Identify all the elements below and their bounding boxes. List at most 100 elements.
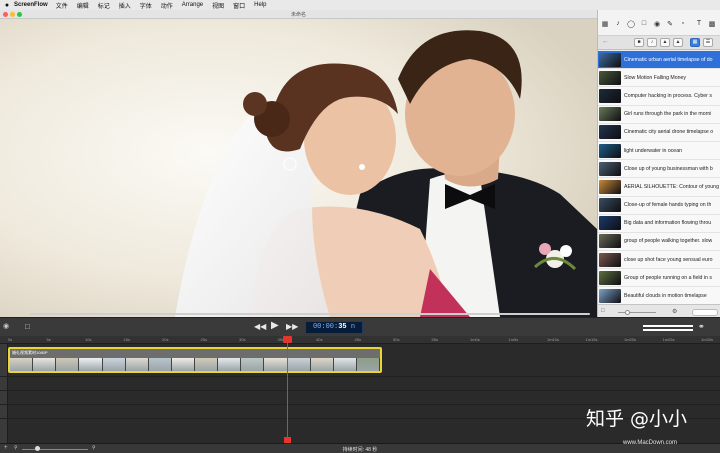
clip-frame-thumbnail [218, 358, 242, 371]
menu-edit[interactable]: 编辑 [77, 1, 89, 10]
caption-icon[interactable]: ▫ [679, 20, 687, 27]
menu-window[interactable]: 窗口 [233, 1, 245, 10]
media-thumbnail [599, 70, 621, 85]
tab-stock-media[interactable]: ▲ [673, 38, 683, 47]
menu-actions[interactable]: 动作 [161, 1, 173, 10]
transport-bar: ◉ □ ◀◀ ▶ ▶▶ 00:00:35 n ⚭ [0, 317, 720, 336]
clip-frame-thumbnail [79, 358, 103, 371]
ruler-tick-label: 30s [239, 337, 246, 342]
media-list-item[interactable]: Close-up of female hands typing on th [598, 196, 720, 215]
media-list-item[interactable]: AERIAL SILHOUETTE: Contour of young [598, 178, 720, 197]
media-list-item[interactable]: group of people walking together. slow [598, 232, 720, 252]
tab-image-media[interactable]: ▲ [660, 38, 670, 47]
text-icon[interactable]: T [695, 20, 703, 27]
media-item-label: Group of people running on a field in s [624, 274, 712, 281]
menu-font[interactable]: 字体 [140, 1, 152, 10]
ruler-tick-label: 1m5s [508, 337, 519, 342]
media-list-item[interactable]: Slow Motion Falling Money [598, 69, 720, 88]
screenflow-app: ● ScreenFlow 文件 编辑 标记 插入 字体 动作 Arrange 视… [0, 0, 720, 453]
touch-callout-icon[interactable]: ◉ [653, 20, 661, 28]
audio-properties-icon[interactable]: ♪ [614, 20, 622, 27]
screen-recording-icon[interactable]: ◯ [627, 20, 635, 28]
media-search-input[interactable] [692, 309, 718, 316]
menu-insert[interactable]: 插入 [119, 1, 131, 10]
menu-markers[interactable]: 标记 [98, 1, 110, 10]
media-item-label: close up shot face young sensual euro [624, 256, 713, 263]
media-list-item[interactable]: Girl runs through the park in the morni [598, 105, 720, 124]
volume-meter-bottom [643, 329, 693, 331]
media-thumbnail [599, 270, 621, 285]
media-item-label: Slow Motion Falling Money [624, 74, 686, 81]
timecode-prefix: 00:00: [312, 323, 339, 331]
settings-gear-icon[interactable]: ⚙ [672, 308, 677, 315]
timecode-display: 00:00:35 n [305, 321, 363, 334]
media-library-icon[interactable]: ▩ [708, 20, 716, 28]
media-item-label: AERIAL SILHOUETTE: Contour of young [624, 183, 719, 190]
thumbnail-size-slider[interactable] [618, 312, 656, 313]
timeline-ruler[interactable]: 0s 5s 10s 15s 20s 25s 30s 35s 40s 45s 50s 55s 1m0s 1m… [0, 336, 720, 344]
list-view-icon[interactable]: ☰ [703, 38, 713, 47]
headphones-icon[interactable]: ⚭ [698, 322, 705, 331]
media-list-item[interactable]: close up shot face young sensual euro [598, 251, 720, 270]
ruler-tick-label: 1m0s [470, 337, 480, 342]
back-arrow-icon[interactable]: ← [602, 38, 609, 45]
menu-view[interactable]: 视图 [212, 1, 224, 10]
ruler-tick-label: 45s [354, 337, 361, 342]
clip-frame-thumbnail [287, 358, 311, 371]
callout-icon[interactable]: □ [640, 20, 648, 27]
wedding-video-frame [0, 19, 597, 317]
volume-meter-top [643, 325, 693, 327]
clip-frame-thumbnail [102, 358, 126, 371]
menu-app-name[interactable]: ScreenFlow [14, 2, 48, 8]
clip-frame-thumbnail [148, 358, 172, 371]
canvas-scrollbar[interactable] [30, 313, 590, 315]
menu-file[interactable]: 文件 [56, 1, 68, 10]
media-list-item[interactable]: Cinematic city aerial drone timelapse o [598, 123, 720, 142]
track-gutter [0, 344, 8, 443]
media-thumbnail [599, 234, 621, 249]
site-watermark: www.MacDown.com [623, 440, 678, 446]
video-properties-icon[interactable]: ▦ [601, 20, 609, 28]
tab-video-media[interactable]: ■ [634, 38, 644, 47]
ruler-tick-label: 1m10s [547, 337, 560, 342]
media-thumbnail [599, 143, 621, 158]
media-list-item[interactable]: Group of people running on a field in s [598, 269, 720, 288]
media-list-item[interactable]: Beautiful clouds in motion timelapse [598, 287, 720, 304]
thumbnail-size-knob[interactable] [625, 310, 630, 315]
rewind-button[interactable]: ◀◀ [254, 322, 266, 331]
media-list-item[interactable]: Big data and information flowing throu [598, 214, 720, 233]
media-thumbnail [599, 198, 621, 213]
media-list-item[interactable]: light underwater in ocean [598, 141, 720, 161]
media-list-item[interactable]: Close up of young businessman with b [598, 160, 720, 179]
timeline-clip[interactable]: 婚礼视频素材1080P [8, 347, 382, 373]
audio-meter-icon[interactable]: ◉ [3, 322, 9, 330]
ruler-tick-label: 1m30s [701, 337, 714, 342]
media-thumbnail [599, 289, 621, 304]
media-list-item[interactable]: Cinematic urban aerial timelapse of do [598, 51, 720, 70]
menu-arrange[interactable]: Arrange [182, 2, 203, 8]
fast-forward-button[interactable]: ▶▶ [286, 322, 298, 331]
media-list-item[interactable]: Computer hacking in process. Cyber s [598, 87, 720, 106]
play-button[interactable]: ▶ [271, 320, 279, 331]
media-item-label: Close up of young businessman with b [624, 165, 713, 172]
crop-icon[interactable]: □ [25, 322, 30, 331]
menu-help[interactable]: Help [254, 2, 266, 8]
media-item-label: Girl runs through the park in the morni [624, 111, 712, 118]
preview-canvas[interactable] [0, 19, 597, 317]
playhead-handle[interactable] [283, 336, 292, 343]
tab-audio-media[interactable]: ♪ [647, 38, 657, 47]
media-item-label: light underwater in ocean [624, 147, 682, 154]
clip-frame-thumbnail [10, 358, 34, 371]
ruler-tick-label: 55s [431, 337, 438, 342]
media-item-label: Computer hacking in process. Cyber s [624, 92, 712, 99]
ruler-tick-label: 50s [393, 337, 400, 342]
add-media-icon[interactable]: □ [601, 308, 605, 314]
media-thumbnail [599, 107, 621, 122]
grid-view-icon[interactable]: ▦ [690, 38, 700, 47]
apple-icon[interactable]: ● [0, 2, 14, 9]
window-title: 未命名 [290, 12, 306, 18]
playhead-line[interactable] [287, 336, 288, 444]
ruler-tick-label: 1m20s [624, 337, 637, 342]
annotation-icon[interactable]: ✎ [666, 20, 674, 28]
media-list: Cinematic urban aerial timelapse of do Sl… [598, 51, 720, 304]
